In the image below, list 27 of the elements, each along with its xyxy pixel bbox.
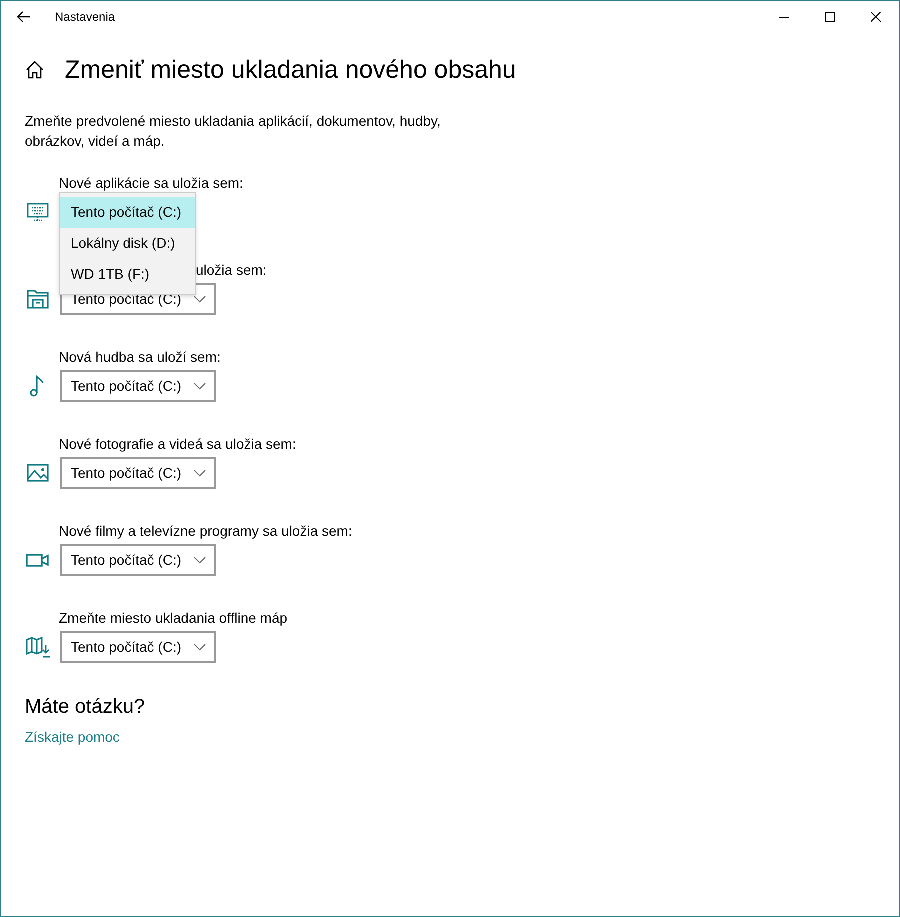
chevron-down-icon xyxy=(194,644,206,650)
map-icon xyxy=(25,634,51,660)
maximize-icon xyxy=(825,12,835,22)
help-link[interactable]: Získajte pomoc xyxy=(25,729,120,745)
close-icon xyxy=(871,12,881,22)
field-label: uložia sem: xyxy=(196,261,268,280)
help-heading: Máte otázku? xyxy=(25,695,146,719)
location-dropdown[interactable]: Tento počítač (C:) xyxy=(60,457,216,489)
chevron-down-icon xyxy=(194,296,206,302)
field-label: Nové fotografie a videá sa uložia sem: xyxy=(59,435,298,454)
page-title: Zmeniť miesto ukladania nového obsahu xyxy=(65,55,516,85)
window-title: Nastavenia xyxy=(55,9,116,26)
location-dropdown[interactable]: Tento počítač (C:) xyxy=(60,370,216,402)
location-dropdown[interactable]: Tento počítač (C:) xyxy=(60,544,216,576)
back-arrow-icon xyxy=(17,11,31,23)
field-label: Nová hudba sa uloží sem: xyxy=(59,348,222,367)
chevron-down-icon xyxy=(194,382,206,390)
field-label: Zmeňte miesto ukladania offline máp xyxy=(59,609,289,628)
field-label: Nové aplikácie sa uložia sem: xyxy=(59,174,244,193)
home-icon xyxy=(25,61,45,79)
chevron-down-icon xyxy=(194,556,206,564)
field-label: Nové filmy a televízne programy sa uložia sem: xyxy=(59,522,354,541)
location-dropdown[interactable]: Tento počítač (C:) xyxy=(60,631,216,663)
description-text: Zmeňte predvolené miesto ukladania aplikácií, dokumentov, hudby, obrázkov, videí a máp. xyxy=(25,112,442,151)
dropdown-option[interactable]: Tento počítač (C:) xyxy=(60,197,195,228)
chevron-down-icon xyxy=(194,470,206,476)
dropdown-option[interactable]: Lokálny disk (D:) xyxy=(60,228,195,259)
